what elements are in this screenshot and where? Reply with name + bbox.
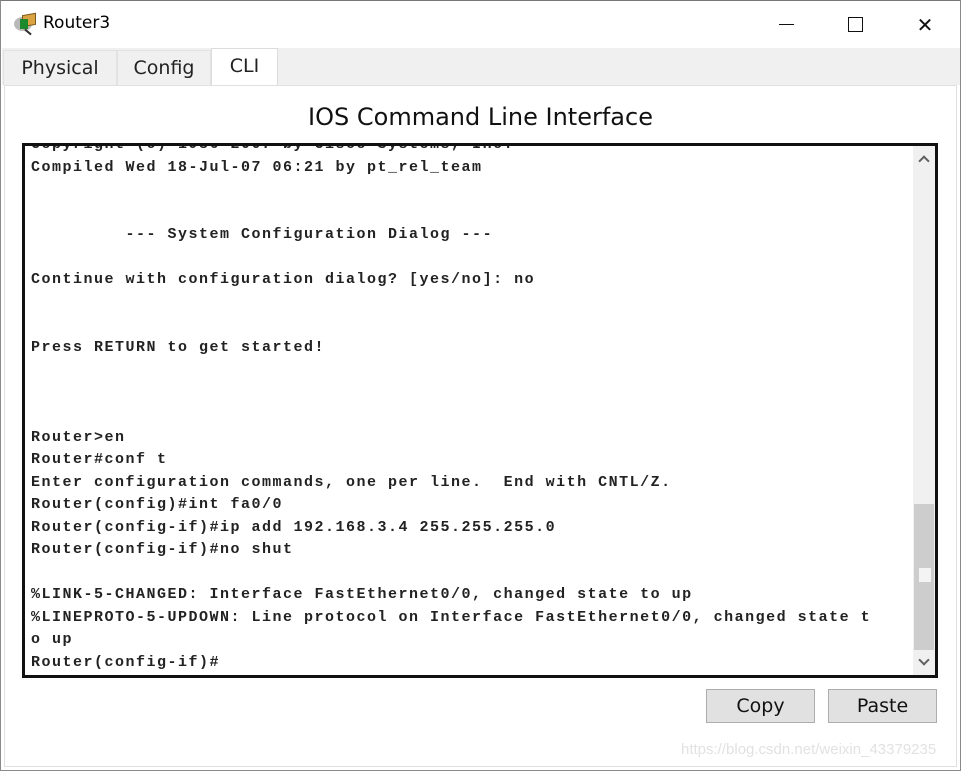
close-button[interactable]: ✕ [890,1,960,48]
router-device-icon [14,12,36,36]
watermark: https://blog.csdn.net/weixin_43379235 [681,741,937,758]
terminal-line: Press RETURN to get started! [31,338,326,356]
maximize-button[interactable] [820,1,890,48]
terminal-line: Router(config)#int fa0/0 [31,496,284,513]
chevron-down-icon [918,654,930,666]
window-title: Router3 [43,13,111,33]
terminal-line: Enter configuration commands, one per li… [31,473,672,491]
tab-config[interactable]: Config [117,50,211,85]
minimize-icon [778,24,794,25]
router3-window: Router3 ✕ Physical Config CLI IOS Comman… [0,0,961,771]
terminal-line: o up [31,631,74,648]
tab-physical[interactable]: Physical [3,50,117,85]
terminal-output[interactable]: Copyright (c) 1986-2007 by Cisco Systems… [31,143,872,674]
terminal-line: Router(config-if)#no shut [31,541,294,558]
copy-button[interactable]: Copy [706,689,815,723]
terminal-line: Compiled Wed 18-Jul-07 06:21 by pt_rel_t… [31,158,483,176]
terminal-line: %LINK-5-CHANGED: Interface FastEthernet0… [31,586,693,603]
terminal-line: %LINEPROTO-5-UPDOWN: Line protocol on In… [31,608,872,626]
terminal-line: Router>en [31,428,126,446]
paste-button[interactable]: Paste [828,689,937,723]
minimize-button[interactable] [751,1,821,48]
terminal-line: Copyright (c) 1986-2007 by Cisco Systems… [31,143,515,153]
scrollbar-grip [919,568,931,582]
scroll-down-button[interactable] [913,651,935,673]
scrollbar-thumb[interactable] [914,504,934,650]
terminal-line: --- System Configuration Dialog --- [31,226,494,243]
cli-heading: IOS Command Line Interface [308,103,653,131]
terminal-line: Continue with configuration dialog? [yes… [31,271,536,288]
terminal-scrollbar[interactable] [913,146,935,675]
terminal-line: Router(config-if)# [31,653,221,671]
chevron-up-icon [918,155,930,167]
tab-strip: Physical Config CLI [2,48,960,86]
tab-cli[interactable]: CLI [211,48,278,86]
close-icon: ✕ [916,12,934,37]
terminal-line: Router#conf t [31,451,168,468]
scroll-up-button[interactable] [913,148,935,170]
title-bar[interactable]: Router3 ✕ [1,1,960,48]
maximize-icon [847,17,863,32]
cli-terminal[interactable]: Copyright (c) 1986-2007 by Cisco Systems… [22,143,938,678]
terminal-line: Router(config-if)#ip add 192.168.3.4 255… [31,518,557,536]
